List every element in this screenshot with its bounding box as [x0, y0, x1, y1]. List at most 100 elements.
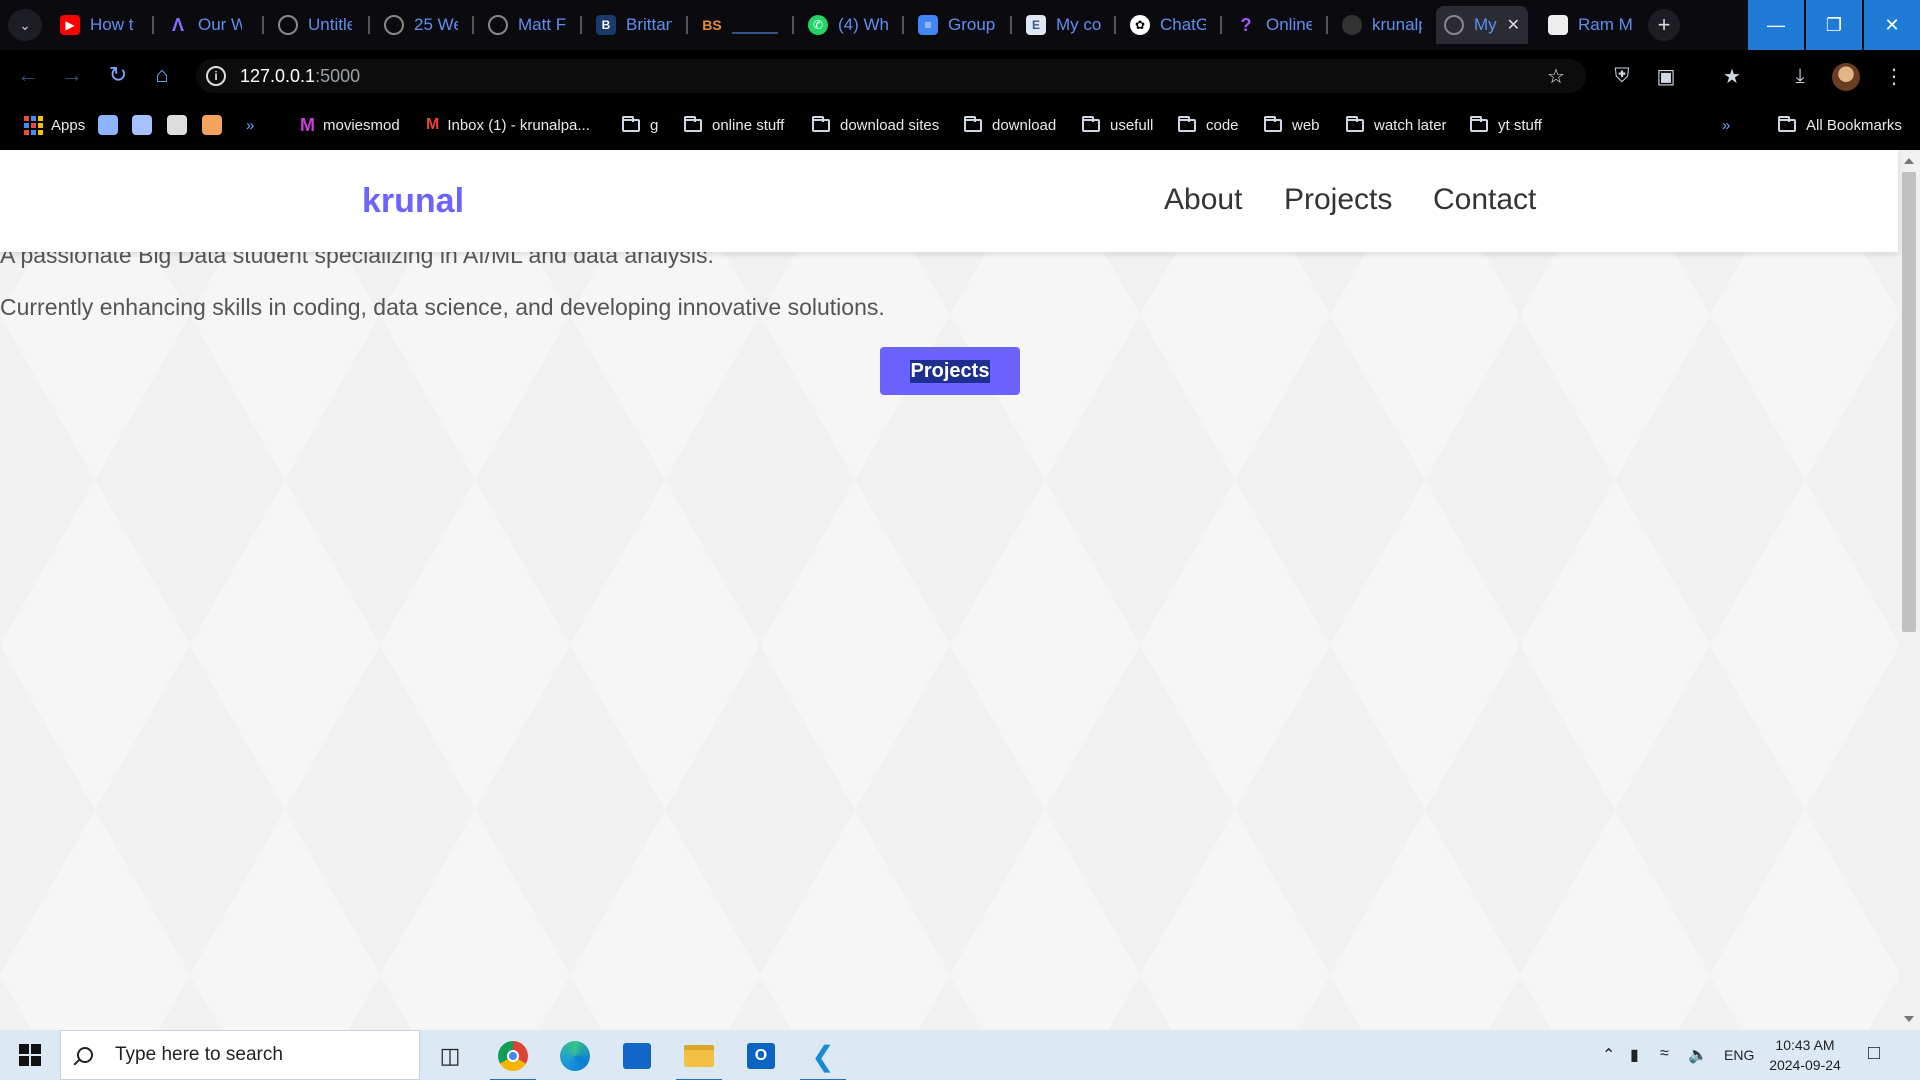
- bookmark-folder-yt-stuff[interactable]: yt stuff: [1470, 114, 1542, 136]
- vscode-icon: ❮: [811, 1040, 835, 1072]
- bookmark-folder-online-stuff[interactable]: online stuff: [684, 114, 784, 136]
- tab-online[interactable]: ? Online: [1228, 6, 1320, 44]
- tab-search-button[interactable]: ⌄: [8, 9, 42, 41]
- restore-button[interactable]: ❐: [1806, 0, 1862, 50]
- taskbar-file-explorer[interactable]: [674, 1035, 724, 1080]
- bookmark-apps[interactable]: Apps: [24, 114, 85, 136]
- bookmark-star-button[interactable]: ☆: [1542, 62, 1570, 90]
- arrow-right-icon: →: [61, 62, 83, 87]
- tab-whatsapp[interactable]: ✆ (4) Wh: [800, 6, 896, 44]
- tab-divider: [1326, 16, 1328, 34]
- scroll-down-icon[interactable]: [1904, 1016, 1914, 1022]
- task-view-button[interactable]: ◫: [425, 1035, 475, 1077]
- taskbar-vscode[interactable]: ❮: [798, 1035, 848, 1080]
- nav-projects[interactable]: Projects: [1284, 183, 1392, 217]
- close-tab-icon[interactable]: ✕: [1507, 15, 1520, 35]
- taskbar-search[interactable]: Type here to search: [60, 1030, 420, 1080]
- close-window-button[interactable]: ✕: [1864, 0, 1920, 50]
- menu-button[interactable]: ⋮: [1880, 62, 1908, 90]
- taskbar-chrome[interactable]: [488, 1035, 538, 1080]
- tab-how-to[interactable]: ▶ How to: [52, 6, 142, 44]
- folder-icon: [812, 115, 830, 132]
- nav-contact[interactable]: Contact: [1433, 183, 1536, 217]
- bookmark-folder-web[interactable]: web: [1264, 114, 1320, 136]
- notifications-icon[interactable]: □: [1868, 1042, 1880, 1065]
- scrollbar[interactable]: [1898, 150, 1920, 1030]
- start-button[interactable]: [10, 1040, 50, 1070]
- tab-group[interactable]: ≡ Group: [910, 6, 1006, 44]
- volume-muted-icon[interactable]: 🔈: [1688, 1045, 1708, 1065]
- system-clock[interactable]: 10:43 AM 2024-09-24: [1760, 1035, 1850, 1075]
- forward-button[interactable]: →: [56, 59, 88, 91]
- github-icon: [1342, 15, 1362, 35]
- bookmark-folder-usefull[interactable]: usefull: [1082, 114, 1153, 136]
- folder-icon: [1470, 115, 1488, 132]
- site-info-icon[interactable]: i: [206, 66, 226, 86]
- back-button[interactable]: ←: [12, 59, 44, 91]
- double-chevron-icon: »: [246, 116, 255, 134]
- bookmark-folder-g[interactable]: g: [622, 114, 658, 136]
- tab-divider: [686, 16, 688, 34]
- bookmarks-overflow-left[interactable]: »: [246, 114, 254, 136]
- extensions-button[interactable]: ▣: [1652, 62, 1680, 90]
- bookmark-folder-download-sites[interactable]: download sites: [812, 114, 939, 136]
- nav-about[interactable]: About: [1164, 183, 1242, 217]
- bookmarks-button[interactable]: ★: [1718, 62, 1746, 90]
- bookmarks-overflow-right[interactable]: »: [1722, 114, 1730, 136]
- puzzle-icon: ▣: [1656, 65, 1676, 88]
- new-tab-button[interactable]: +: [1648, 9, 1680, 41]
- address-bar[interactable]: i 127.0.0.1 :5000: [196, 59, 1586, 93]
- tab-bs[interactable]: BS ______: [694, 6, 786, 44]
- bookmark-moviesmod[interactable]: M moviesmod: [300, 114, 400, 136]
- tab-25-web[interactable]: 25 Wel: [376, 6, 466, 44]
- projects-button[interactable]: Projects: [880, 347, 1020, 395]
- site-header: krunal About Projects Contact: [0, 150, 1898, 252]
- profile-avatar[interactable]: [1832, 63, 1860, 91]
- tab-divider: [1010, 16, 1012, 34]
- bookmark-icon-3[interactable]: [167, 115, 187, 135]
- bookmark-folder-watch-later[interactable]: watch later: [1346, 114, 1447, 136]
- language-indicator[interactable]: ENG: [1724, 1047, 1754, 1063]
- scrollbar-thumb[interactable]: [1902, 172, 1916, 632]
- bookmark-folder-code[interactable]: code: [1178, 114, 1239, 136]
- taskbar-store[interactable]: [612, 1035, 662, 1077]
- page-viewport: krunal About Projects Contact A passiona…: [0, 150, 1920, 1030]
- shield-extension-button[interactable]: ⛨: [1608, 62, 1636, 90]
- bookmark-icon-4[interactable]: [202, 115, 222, 135]
- double-chevron-icon: »: [1722, 116, 1731, 134]
- wifi-icon[interactable]: ≈: [1660, 1045, 1669, 1063]
- minimize-button[interactable]: —: [1748, 0, 1804, 50]
- battery-icon[interactable]: ▮: [1630, 1045, 1639, 1065]
- reload-button[interactable]: ↻: [102, 59, 134, 91]
- chatgpt-icon: ✿: [1130, 15, 1150, 35]
- site-logo[interactable]: krunal: [362, 182, 464, 221]
- bookmark-icon-2[interactable]: [132, 115, 152, 135]
- globe-icon: [384, 15, 404, 35]
- taskbar: Type here to search ◫ O ❮ ⌃ ▮ ≈ 🔈 ENG 10…: [0, 1030, 1920, 1080]
- tab-brittan[interactable]: B Brittan: [588, 6, 680, 44]
- folder-icon: [1346, 115, 1364, 132]
- tab-ram-m[interactable]: Ram M: [1540, 6, 1640, 44]
- task-view-icon: ◫: [439, 1043, 461, 1068]
- taskbar-outlook[interactable]: O: [736, 1035, 786, 1077]
- bookmark-inbox[interactable]: M Inbox (1) - krunalpa...: [426, 114, 590, 136]
- e-logo-icon: E: [1026, 15, 1046, 35]
- shield-icon: ⛨: [1614, 64, 1630, 87]
- tab-untitled[interactable]: Untitle: [270, 6, 360, 44]
- tab-github[interactable]: krunalp: [1334, 6, 1430, 44]
- tab-my-course[interactable]: E My cou: [1018, 6, 1110, 44]
- moviesmod-logo-icon: M: [300, 114, 315, 135]
- tab-matt-f[interactable]: Matt F: [480, 6, 576, 44]
- tab-active[interactable]: My ✕: [1436, 6, 1528, 44]
- scroll-up-icon[interactable]: [1904, 158, 1914, 164]
- tray-overflow-icon[interactable]: ⌃: [1602, 1045, 1615, 1065]
- download-button[interactable]: ⤓: [1786, 62, 1814, 90]
- bookmark-folder-download[interactable]: download: [964, 114, 1056, 136]
- all-bookmarks[interactable]: All Bookmarks: [1778, 114, 1902, 136]
- bookmark-icon-1[interactable]: [98, 115, 118, 135]
- taskbar-edge[interactable]: [550, 1035, 600, 1077]
- globe-icon: [278, 15, 298, 35]
- tab-our-wo[interactable]: Λ Our Wo: [160, 6, 250, 44]
- home-button[interactable]: ⌂: [146, 59, 178, 91]
- tab-chatgpt[interactable]: ✿ ChatGP: [1122, 6, 1214, 44]
